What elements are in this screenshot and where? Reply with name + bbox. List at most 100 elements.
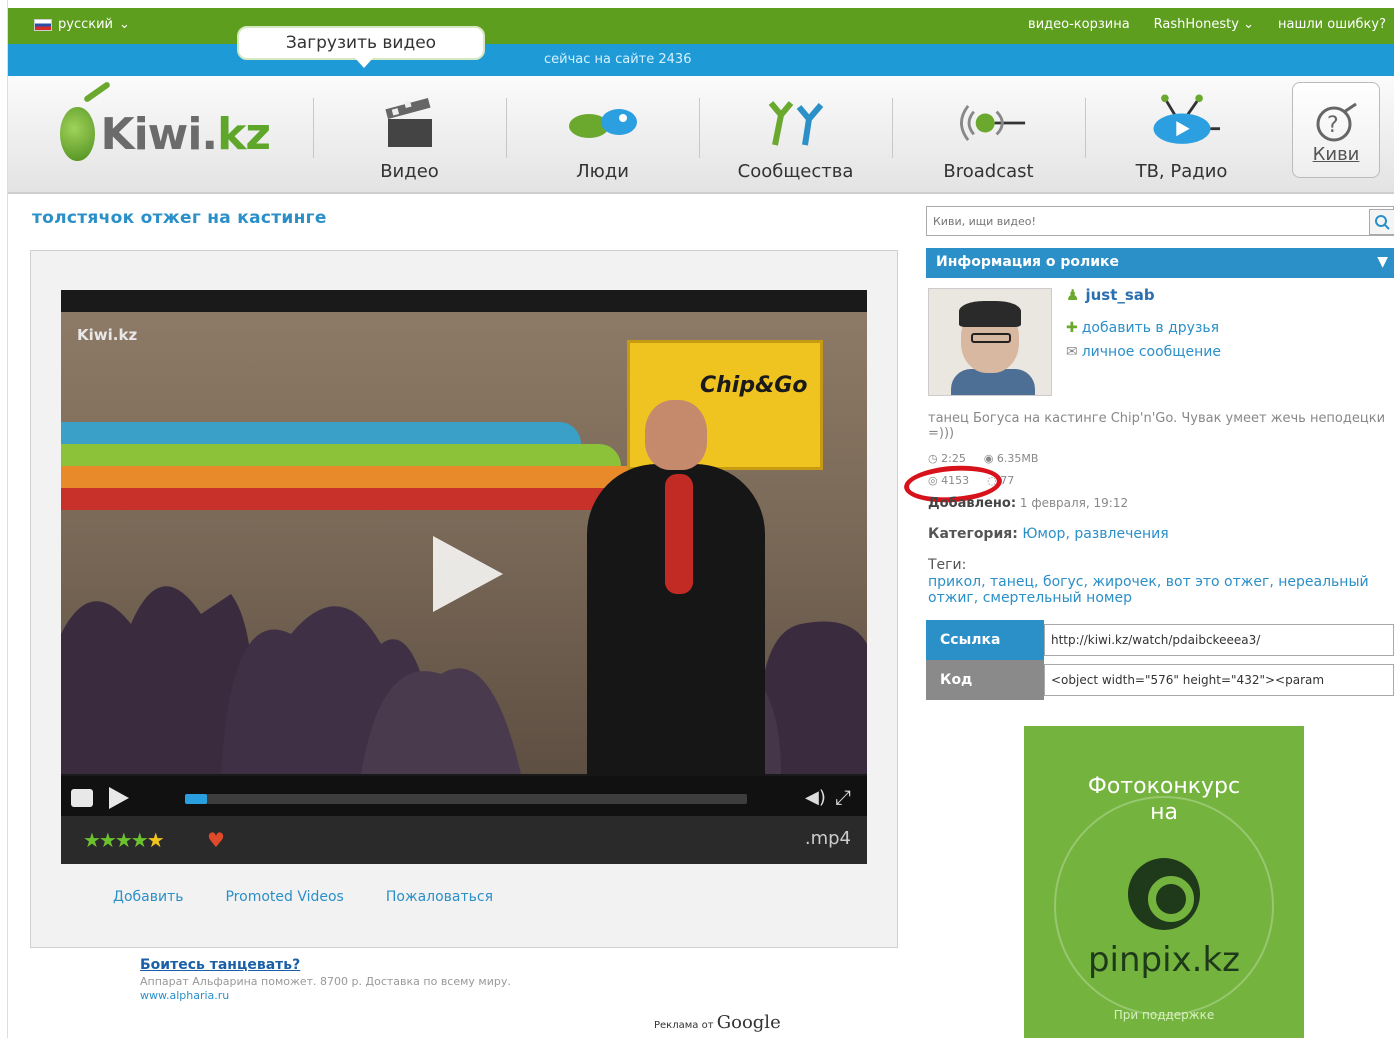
- added-value: 1 февраля, 19:12: [1019, 496, 1129, 510]
- stripe-decor: [61, 466, 661, 488]
- google-logo: Google: [716, 1012, 781, 1033]
- nav-item-people[interactable]: Люди: [506, 76, 699, 194]
- tags-list[interactable]: прикол, танец, богус, жирочек, вот это о…: [928, 574, 1388, 606]
- share-code-row: Код: [926, 660, 1394, 700]
- nav-item-video[interactable]: Видео: [313, 76, 506, 194]
- half-star-icon: ★: [146, 828, 165, 852]
- nav-item-label: Люди: [576, 161, 629, 182]
- rating-stars[interactable]: ★★★★★: [83, 828, 165, 852]
- avatar-glasses: [971, 333, 1011, 343]
- add-link[interactable]: Добавить: [113, 889, 183, 905]
- clock-icon: ◷: [928, 452, 938, 465]
- private-message-label: личное сообщение: [1081, 344, 1221, 360]
- info-header-label: Информация о ролике: [936, 254, 1120, 270]
- share-link-field[interactable]: [1044, 624, 1394, 656]
- stripe-decor: [61, 444, 621, 466]
- add-friend-link[interactable]: ✚ добавить в друзья: [1066, 320, 1219, 336]
- nav-item-label: ТВ, Радио: [1135, 161, 1228, 182]
- category-label: Категория:: [928, 526, 1018, 542]
- communities-icon: [758, 93, 834, 153]
- nav-item-tv-radio[interactable]: ТВ, Радио: [1085, 76, 1278, 194]
- link-label: Ссылка: [926, 620, 1044, 660]
- ad-url[interactable]: www.alpharia.ru: [140, 989, 680, 1003]
- left-rail: [0, 0, 8, 1038]
- report-link[interactable]: Пожаловаться: [386, 889, 493, 905]
- play-overlay-icon[interactable]: [433, 536, 503, 612]
- search-input[interactable]: [927, 207, 1357, 235]
- duration-value: 2:25: [941, 452, 966, 465]
- nav-item-communities[interactable]: Сообщества: [699, 76, 892, 194]
- logo-text: Kiwi.kz: [101, 109, 271, 160]
- avatar[interactable]: [928, 288, 1052, 396]
- promoted-videos-link[interactable]: Promoted Videos: [225, 889, 343, 905]
- progress-bar[interactable]: [185, 794, 747, 804]
- user-menu-link[interactable]: RashHonesty ⌄: [1154, 17, 1254, 32]
- chevron-down-icon: ⌄: [1243, 17, 1254, 32]
- message-icon: ✉: [1066, 344, 1078, 360]
- search-button[interactable]: [1369, 209, 1394, 235]
- ad-title[interactable]: Боитесь танцевать?: [140, 958, 680, 972]
- text-ad: Боитесь танцевать? Аппарат Альфарина пом…: [140, 958, 680, 1003]
- code-label: Код: [926, 660, 1044, 700]
- nav-item-broadcast[interactable]: Broadcast: [892, 76, 1085, 194]
- add-friend-label: добавить в друзья: [1081, 320, 1220, 336]
- search-icon: [1375, 215, 1390, 230]
- broadcast-icon: [951, 93, 1027, 153]
- tv-radio-icon: [1144, 93, 1220, 153]
- pinpix-logo-icon: [1128, 858, 1200, 930]
- play-icon[interactable]: [109, 787, 129, 809]
- favorite-heart-icon[interactable]: ♥: [207, 828, 225, 852]
- video-cart-link[interactable]: видео-корзина: [1028, 17, 1130, 32]
- added-date: Добавлено: 1 февраля, 19:12: [928, 496, 1128, 511]
- comments-value: 77: [1000, 474, 1015, 487]
- video-description: танец Богуса на кастинге Chip'n'Go. Чува…: [928, 411, 1386, 441]
- progress-fill: [185, 794, 208, 804]
- nav-item-label: Сообщества: [737, 161, 854, 182]
- language-selector[interactable]: русский ⌄: [34, 17, 130, 32]
- google-ads-label[interactable]: Реклама от Google: [654, 1012, 781, 1033]
- banner-title: Фотоконкурс на: [1024, 774, 1304, 826]
- meta-duration-size: ◷ 2:25 ◉ 6.35MB: [928, 452, 1038, 465]
- volume-icon[interactable]: ◀): [805, 787, 826, 808]
- fullscreen-icon[interactable]: ⤢: [835, 785, 851, 809]
- category-link[interactable]: Юмор, развлечения: [1022, 526, 1168, 542]
- video-info-header[interactable]: Информация о ролике ▼: [926, 248, 1394, 278]
- player-box: Chip&Go Kiwi.kz ◀) ⤢ ★★★★★ ♥ .mp4 Добави…: [30, 250, 898, 948]
- user-menu-label: RashHonesty: [1153, 17, 1239, 32]
- embed-code-field[interactable]: [1044, 664, 1394, 696]
- share-panel: Ссылка Код: [926, 620, 1394, 700]
- dancer-head: [645, 400, 707, 470]
- added-label: Добавлено:: [928, 496, 1017, 511]
- user-icon: ♟: [1066, 286, 1080, 304]
- stop-icon[interactable]: [71, 789, 93, 807]
- player-links: Добавить Promoted Videos Пожаловаться: [113, 889, 493, 905]
- clapperboard-icon: [372, 93, 448, 153]
- kivi-help-button[interactable]: ? Киви: [1292, 82, 1380, 178]
- site-logo[interactable]: Kiwi.kz: [60, 94, 271, 174]
- player-controls: ◀) ⤢: [61, 776, 867, 816]
- video-player[interactable]: Chip&Go Kiwi.kz: [61, 290, 867, 776]
- nav-item-label: Видео: [380, 161, 439, 182]
- kivi-button-label: Киви: [1312, 144, 1360, 165]
- main-nav: Kiwi.kz Видео Люди Сообщества Broadcast: [8, 76, 1394, 194]
- top-bar: русский ⌄ видео-корзина RashHonesty ⌄ на…: [8, 8, 1394, 44]
- ad-body: Аппарат Альфарина поможет. 8700 р. Доста…: [140, 975, 511, 988]
- file-size-value: 6.35MB: [996, 452, 1039, 465]
- disk-icon: ◉: [983, 452, 994, 465]
- private-message-link[interactable]: ✉ личное сообщение: [1066, 344, 1221, 360]
- photo-contest-banner[interactable]: Фотоконкурс на pinpix.kz При поддержке: [1024, 726, 1304, 1038]
- online-bar: сейчас на сайте 2436: [8, 44, 1394, 76]
- nav-item-label: Broadcast: [943, 161, 1034, 182]
- page-title: толстячок отжег на кастинге: [32, 208, 327, 228]
- report-bug-link[interactable]: нашли ошибку?: [1278, 17, 1386, 32]
- collapse-arrow-icon: ▼: [1377, 254, 1388, 270]
- duration: ◷ 2:25: [928, 452, 966, 465]
- category: Категория: Юмор, развлечения: [928, 526, 1169, 542]
- video-format: .mp4: [804, 828, 851, 849]
- upload-video-button[interactable]: Загрузить видео: [237, 26, 485, 68]
- svg-text:?: ?: [1327, 113, 1339, 138]
- banner-title-line1: Фотоконкурс: [1087, 774, 1241, 799]
- banner-title-line2: на: [1150, 800, 1178, 825]
- file-size: ◉ 6.35MB: [984, 452, 1039, 465]
- username-link[interactable]: ♟ just_sab: [1066, 286, 1155, 304]
